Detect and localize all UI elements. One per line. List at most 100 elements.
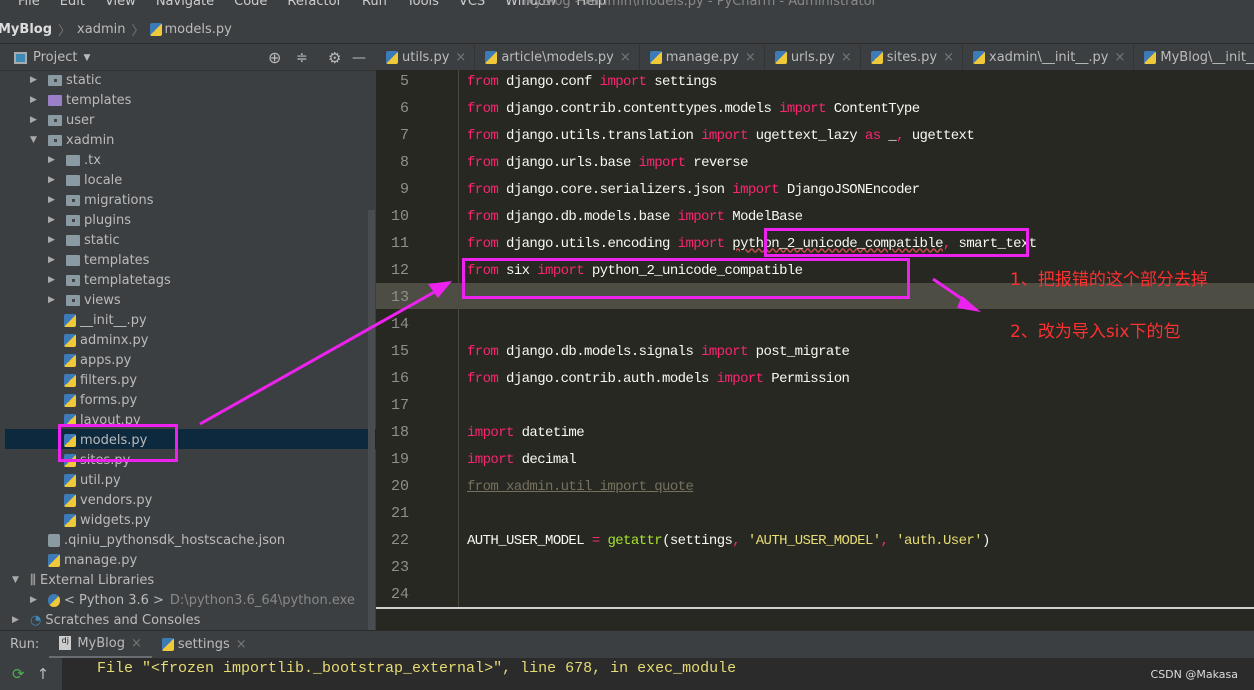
tree-item[interactable]: filters.py (64, 370, 137, 390)
token-kw: import (701, 127, 748, 144)
tree-item[interactable]: widgets.py (64, 510, 151, 530)
editor-tab[interactable]: manage.py × (640, 45, 765, 70)
token-kw: from (467, 181, 499, 198)
tree-item-label: forms.py (80, 392, 138, 408)
menu-item-vcs[interactable]: VCS (459, 0, 485, 9)
collapsed-arrow-icon[interactable]: ▶ (30, 75, 42, 85)
code-text: import datetime (467, 424, 585, 441)
tree-item[interactable]: manage.py (48, 550, 137, 570)
editor-tab[interactable]: article\models.py × (475, 45, 640, 70)
gear-icon[interactable]: ⚙ (328, 49, 341, 67)
code-line: 8 from django.urls.base import reverse (376, 149, 1254, 176)
tree-item[interactable]: ▶ static (48, 230, 120, 250)
run-tab-myblog[interactable]: dj MyBlog × (49, 631, 152, 659)
editor-tab[interactable]: urls.py × (765, 45, 861, 70)
expanded-arrow-icon[interactable]: ▼ (30, 135, 42, 145)
collapsed-arrow-icon[interactable]: ▶ (48, 175, 60, 185)
hide-icon[interactable]: — (352, 50, 366, 66)
tree-item[interactable]: forms.py (64, 390, 137, 410)
collapsed-arrow-icon[interactable]: ▶ (48, 275, 60, 285)
project-view-dropdown[interactable]: Project (33, 50, 77, 65)
editor-tab[interactable]: MyBlog\__init__.py× (1134, 45, 1254, 70)
close-icon[interactable]: × (236, 637, 247, 652)
collapsed-arrow-icon[interactable]: ▶ (30, 595, 42, 605)
tree-item[interactable]: apps.py (64, 350, 131, 370)
collapsed-arrow-icon[interactable]: ▶ (30, 115, 42, 125)
chevron-down-icon[interactable]: ▼ (83, 53, 90, 63)
collapse-icon[interactable]: ≑ (296, 50, 308, 66)
breadcrumb-project[interactable]: MyBlog (0, 22, 52, 37)
breadcrumb-folder[interactable]: xadmin (77, 22, 125, 37)
collapsed-arrow-icon[interactable]: ▶ (30, 95, 42, 105)
collapsed-arrow-icon[interactable]: ▶ (48, 195, 60, 205)
collapsed-arrow-icon[interactable]: ▶ (48, 295, 60, 305)
run-panel-header: Run: dj MyBlog × settings × (0, 630, 1254, 659)
run-label: Run: (10, 637, 40, 652)
menu-item-code[interactable]: Code (234, 0, 267, 9)
tree-item-label: xadmin (66, 132, 115, 148)
tree-scrollbar[interactable] (368, 210, 375, 630)
tree-item[interactable]: ▶ templatetags (48, 270, 171, 290)
tree-item[interactable]: ▶ .tx (48, 150, 101, 170)
collapsed-arrow-icon[interactable]: ▶ (48, 215, 60, 225)
tree-item[interactable]: ▶ locale (48, 170, 122, 190)
close-icon[interactable]: × (841, 50, 852, 65)
code-editor[interactable]: 5 from django.conf import settings 6 from d… (376, 70, 1254, 630)
python-file-icon (1144, 51, 1157, 64)
tree-item[interactable]: ▶ < Python 3.6 > D:\python3.6_64\python.ex… (30, 590, 355, 610)
collapsed-arrow-icon[interactable]: ▶ (48, 235, 60, 245)
tree-item[interactable]: ▶ user (30, 110, 94, 130)
tree-item[interactable]: ▼ ⫼ External Libraries (12, 570, 154, 590)
editor-tab[interactable]: sites.py × (861, 45, 964, 70)
editor-tab[interactable]: utils.py × (376, 45, 476, 70)
tree-item-label: manage.py (64, 552, 138, 568)
python-file-icon (485, 51, 498, 64)
close-icon[interactable]: × (1114, 50, 1125, 65)
menu-item-edit[interactable]: Edit (60, 0, 85, 9)
breadcrumb-file[interactable]: models.py (164, 22, 231, 37)
code-line: 19 import decimal (376, 446, 1254, 473)
editor-tab[interactable]: xadmin\__init__.py × (963, 45, 1135, 70)
tree-item[interactable]: ▶ static (30, 70, 102, 90)
menu-item-run[interactable]: Run (362, 0, 387, 9)
folder-icon (66, 194, 80, 206)
arrow-up-icon[interactable]: ↑ (37, 665, 50, 683)
tree-item[interactable]: ▶ templates (48, 250, 149, 270)
line-number: 14 (390, 316, 409, 333)
tree-item[interactable]: ▼ xadmin (30, 130, 114, 150)
close-icon[interactable]: × (620, 50, 631, 65)
menu-item-refactor[interactable]: Refactor (287, 0, 342, 9)
tree-item[interactable]: ▶ migrations (48, 190, 154, 210)
python-file-icon (870, 51, 883, 64)
folder-icon (66, 234, 80, 246)
console-line: File "<frozen importlib._bootstrap_exter… (97, 660, 737, 677)
locate-icon[interactable]: ⊕ (268, 48, 281, 67)
tab-label: utils.py (402, 50, 450, 65)
tree-item[interactable]: __init__.py (64, 310, 147, 330)
collapsed-arrow-icon[interactable]: ▶ (48, 255, 60, 265)
tree-item[interactable]: ▶ plugins (48, 210, 131, 230)
run-tab-settings[interactable]: settings × (152, 631, 257, 659)
tree-item[interactable]: vendors.py (64, 490, 152, 510)
close-icon[interactable]: × (943, 50, 954, 65)
token-kw: as (864, 127, 881, 144)
menu-item-tools[interactable]: Tools (407, 0, 439, 9)
tree-item[interactable]: .qiniu_pythonsdk_hostscache.json (48, 530, 285, 550)
close-icon[interactable]: × (131, 636, 142, 651)
tree-item[interactable]: ▶ views (48, 290, 121, 310)
line-number: 17 (390, 397, 409, 414)
expanded-arrow-icon[interactable]: ▼ (12, 575, 24, 585)
menu-item-file[interactable]: File (18, 0, 40, 9)
collapsed-arrow-icon[interactable]: ▶ (12, 615, 24, 625)
rerun-icon[interactable]: ⟳ (12, 665, 25, 683)
tree-item[interactable]: adminx.py (64, 330, 149, 350)
token-kw: from (467, 208, 499, 225)
menu-item-navigate[interactable]: Navigate (156, 0, 214, 9)
menu-item-view[interactable]: View (105, 0, 136, 9)
close-icon[interactable]: × (745, 50, 756, 65)
tree-item[interactable]: ▶ templates (30, 90, 131, 110)
tree-item[interactable]: util.py (64, 470, 121, 490)
tree-item[interactable]: ▶ ◔ Scratches and Consoles (12, 610, 200, 630)
close-icon[interactable]: × (455, 50, 466, 65)
collapsed-arrow-icon[interactable]: ▶ (48, 155, 60, 165)
